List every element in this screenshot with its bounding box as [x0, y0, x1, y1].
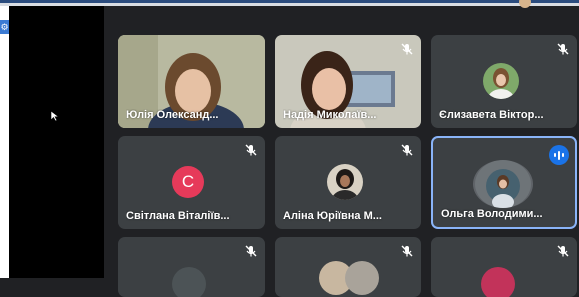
left-app-strip	[0, 6, 9, 278]
gear-icon[interactable]: ⚙	[0, 20, 9, 34]
participant-tile[interactable]: Надія Миколаїв...	[275, 35, 421, 128]
muted-mic-icon	[401, 245, 413, 257]
participant-tile[interactable]: С Світлана Віталіїв...	[118, 136, 265, 229]
shared-screen-panel	[9, 6, 104, 278]
participant-tile[interactable]: Аліна Юріївна М...	[275, 136, 421, 229]
participant-name: Єлизавета Віктор...	[439, 109, 544, 121]
muted-mic-icon	[401, 144, 413, 156]
muted-mic-icon	[245, 144, 257, 156]
participant-tile[interactable]	[275, 237, 421, 297]
participant-avatar	[481, 267, 515, 297]
muted-mic-icon	[401, 43, 413, 55]
participant-avatar	[483, 63, 519, 99]
participant-avatar	[327, 164, 363, 200]
muted-mic-icon	[557, 43, 569, 55]
participant-tile[interactable]	[431, 237, 577, 297]
participant-avatar	[345, 261, 379, 295]
participant-name: Аліна Юріївна М...	[283, 210, 382, 222]
participant-tile-speaking[interactable]: Ольга Володими...	[431, 136, 577, 229]
participant-name: Юлія Олександ...	[126, 109, 219, 121]
participant-avatar	[473, 160, 533, 208]
participant-name: Надія Миколаїв...	[283, 109, 377, 121]
muted-mic-icon	[245, 245, 257, 257]
participant-name: Світлана Віталіїв...	[126, 210, 230, 222]
participant-avatar	[172, 267, 206, 297]
top-accent-bar	[0, 0, 579, 3]
speaking-indicator-icon	[549, 145, 569, 165]
participant-tile[interactable]: Юлія Олександ...	[118, 35, 265, 128]
participant-name: Ольга Володими...	[441, 208, 543, 220]
participant-initial-avatar: С	[172, 166, 204, 198]
user-avatar[interactable]	[519, 0, 531, 8]
muted-mic-icon	[557, 245, 569, 257]
participant-tile[interactable]	[118, 237, 265, 297]
mouse-cursor-icon	[50, 110, 60, 122]
participant-tile[interactable]: Єлизавета Віктор...	[431, 35, 577, 128]
